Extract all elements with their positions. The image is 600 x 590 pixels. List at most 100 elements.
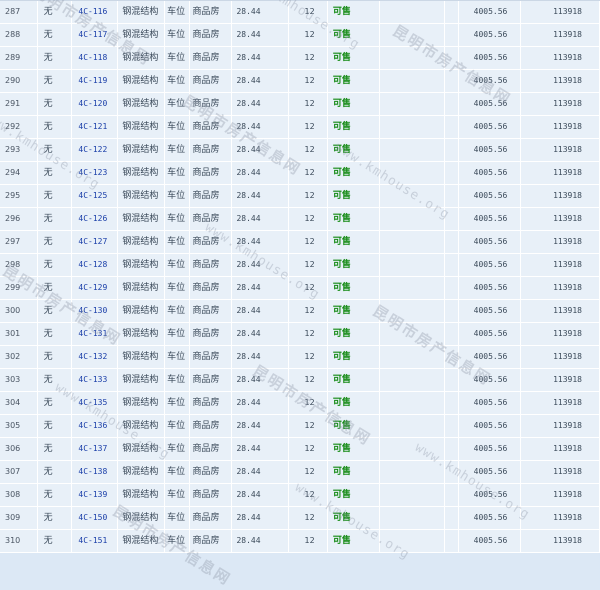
usage: 车位	[165, 415, 190, 437]
total-price: 113918	[521, 461, 600, 483]
usage: 车位	[165, 254, 190, 276]
usage: 车位	[165, 323, 190, 345]
blank-cell	[445, 162, 460, 184]
unit-price: 4005.56	[459, 461, 521, 483]
usage: 车位	[165, 139, 190, 161]
structure: 钢混结构	[118, 369, 166, 391]
structure: 钢混结构	[118, 70, 166, 92]
structure: 钢混结构	[118, 162, 166, 184]
table-row: 296 无 4C-126 钢混结构 车位 商品房 28.44 12 可售 4005.56 11391…	[0, 208, 600, 231]
room-number-link[interactable]: 4C-151	[72, 530, 119, 552]
room-number-link[interactable]: 4C-133	[72, 369, 119, 391]
room-number-link[interactable]: 4C-128	[72, 254, 119, 276]
room-number-link[interactable]: 4C-139	[72, 484, 119, 506]
room-number-link[interactable]: 4C-116	[72, 1, 119, 23]
area: 28.44	[232, 438, 289, 460]
floor-count: 12	[289, 346, 328, 368]
room-number-link[interactable]: 4C-125	[72, 185, 119, 207]
floor-count: 12	[289, 484, 328, 506]
total-price: 113918	[521, 139, 600, 161]
table-row: 289 无 4C-118 钢混结构 车位 商品房 28.44 12 可售 4005.56 11391…	[0, 47, 600, 70]
row-index: 309	[0, 507, 38, 529]
floor-count: 12	[289, 1, 328, 23]
house-number: 无	[38, 139, 73, 161]
room-number-link[interactable]: 4C-126	[72, 208, 119, 230]
room-number-link[interactable]: 4C-118	[72, 47, 119, 69]
unit-price: 4005.56	[459, 162, 521, 184]
property-type: 商品房	[190, 323, 233, 345]
room-number-link[interactable]: 4C-119	[72, 70, 119, 92]
table-row: 290 无 4C-119 钢混结构 车位 商品房 28.44 12 可售 4005.56 11391…	[0, 70, 600, 93]
usage: 车位	[165, 300, 190, 322]
property-type: 商品房	[190, 24, 233, 46]
structure: 钢混结构	[118, 116, 166, 138]
sale-status: 可售	[328, 415, 381, 437]
structure: 钢混结构	[118, 507, 166, 529]
house-number: 无	[38, 530, 73, 552]
unit-price: 4005.56	[459, 300, 521, 322]
property-type: 商品房	[190, 70, 233, 92]
room-number-link[interactable]: 4C-127	[72, 231, 119, 253]
property-type: 商品房	[190, 346, 233, 368]
blank-cell	[380, 507, 446, 529]
room-number-link[interactable]: 4C-130	[72, 300, 119, 322]
sale-status: 可售	[328, 300, 381, 322]
sale-status: 可售	[328, 47, 381, 69]
room-number-link[interactable]: 4C-122	[72, 139, 119, 161]
floor-count: 12	[289, 93, 328, 115]
room-number-link[interactable]: 4C-150	[72, 507, 119, 529]
table-row: 301 无 4C-131 钢混结构 车位 商品房 28.44 12 可售 4005.56 11391…	[0, 323, 600, 346]
area: 28.44	[232, 277, 289, 299]
house-number: 无	[38, 70, 73, 92]
structure: 钢混结构	[118, 47, 166, 69]
floor-count: 12	[289, 162, 328, 184]
blank-cell	[445, 208, 460, 230]
room-number-link[interactable]: 4C-123	[72, 162, 119, 184]
area: 28.44	[232, 70, 289, 92]
unit-price: 4005.56	[459, 369, 521, 391]
table-row: 310 无 4C-151 钢混结构 车位 商品房 28.44 12 可售 4005.56 11391…	[0, 530, 600, 553]
blank-cell	[445, 277, 460, 299]
row-index: 298	[0, 254, 38, 276]
room-number-link[interactable]: 4C-137	[72, 438, 119, 460]
sale-status: 可售	[328, 116, 381, 138]
table-row: 304 无 4C-135 钢混结构 车位 商品房 28.44 12 可售 4005.56 11391…	[0, 392, 600, 415]
room-number-link[interactable]: 4C-136	[72, 415, 119, 437]
area: 28.44	[232, 254, 289, 276]
usage: 车位	[165, 116, 190, 138]
usage: 车位	[165, 530, 190, 552]
total-price: 113918	[521, 300, 600, 322]
room-number-link[interactable]: 4C-135	[72, 392, 119, 414]
room-number-link[interactable]: 4C-132	[72, 346, 119, 368]
room-number-link[interactable]: 4C-117	[72, 24, 119, 46]
row-index: 294	[0, 162, 38, 184]
floor-count: 12	[289, 24, 328, 46]
usage: 车位	[165, 484, 190, 506]
property-type: 商品房	[190, 162, 233, 184]
unit-price: 4005.56	[459, 484, 521, 506]
usage: 车位	[165, 208, 190, 230]
table-row: 299 无 4C-129 钢混结构 车位 商品房 28.44 12 可售 4005.56 11391…	[0, 277, 600, 300]
area: 28.44	[232, 346, 289, 368]
row-index: 308	[0, 484, 38, 506]
blank-cell	[380, 1, 446, 23]
room-number-link[interactable]: 4C-120	[72, 93, 119, 115]
row-index: 300	[0, 300, 38, 322]
house-number: 无	[38, 461, 73, 483]
house-number: 无	[38, 392, 73, 414]
property-type: 商品房	[190, 415, 233, 437]
property-type: 商品房	[190, 208, 233, 230]
unit-price: 4005.56	[459, 346, 521, 368]
sale-status: 可售	[328, 231, 381, 253]
usage: 车位	[165, 47, 190, 69]
room-number-link[interactable]: 4C-129	[72, 277, 119, 299]
area: 28.44	[232, 507, 289, 529]
floor-count: 12	[289, 438, 328, 460]
unit-price: 4005.56	[459, 415, 521, 437]
room-number-link[interactable]: 4C-131	[72, 323, 119, 345]
room-number-link[interactable]: 4C-121	[72, 116, 119, 138]
table-row: 291 无 4C-120 钢混结构 车位 商品房 28.44 12 可售 4005.56 11391…	[0, 93, 600, 116]
sale-status: 可售	[328, 461, 381, 483]
table-row: 308 无 4C-139 钢混结构 车位 商品房 28.44 12 可售 4005.56 11391…	[0, 484, 600, 507]
room-number-link[interactable]: 4C-138	[72, 461, 119, 483]
